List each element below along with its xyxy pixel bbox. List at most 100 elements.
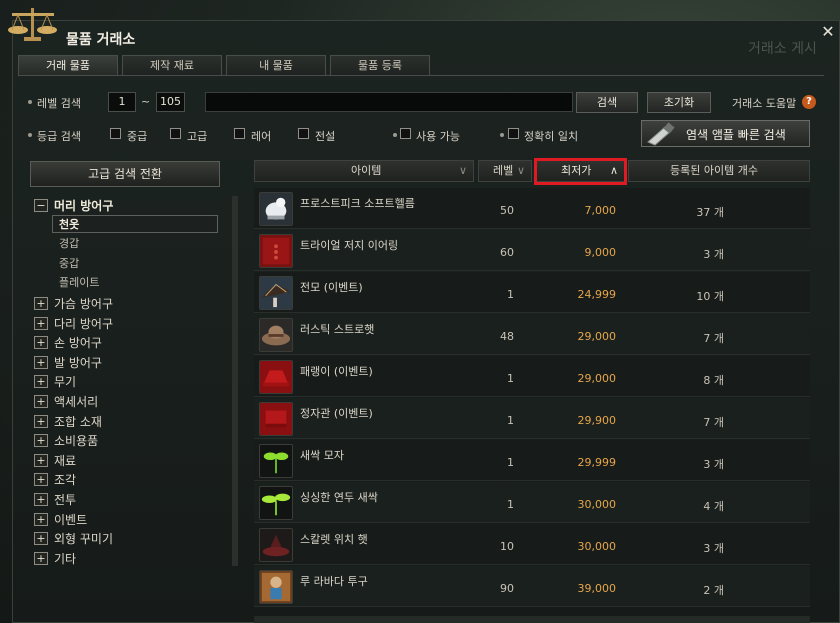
scrollbar-thumb[interactable]	[232, 196, 238, 566]
expand-icon[interactable]: +	[34, 513, 48, 526]
item-count: 3 개	[703, 248, 724, 261]
table-row[interactable]: 러스틱 스트로햇 48 29,000 7 개	[254, 314, 810, 355]
usable-checkbox[interactable]	[400, 128, 411, 139]
table-row[interactable]: 스칼렛 위치 햇 10 30,000 3 개	[254, 524, 810, 565]
expand-icon[interactable]: +	[34, 395, 48, 408]
tab-trade-items[interactable]: 거래 물품	[18, 55, 118, 75]
category-label: 액세서리	[54, 395, 99, 409]
subcategory-medium-armor[interactable]: 중갑	[30, 254, 230, 272]
table-row[interactable]: 패랭이 (이벤트) 1 29,000 8 개	[254, 356, 810, 397]
tab-my-items[interactable]: 내 물품	[226, 55, 326, 75]
category-fragment[interactable]: + 조각	[30, 470, 230, 488]
usable-label: 사용 가능	[416, 130, 460, 143]
category-label: 무기	[54, 375, 77, 389]
level-min-input[interactable]: 1	[108, 92, 136, 112]
exact-match-checkbox[interactable]	[508, 128, 519, 139]
close-button[interactable]: ✕	[818, 22, 838, 42]
category-consumable[interactable]: + 소비용품	[30, 431, 230, 449]
category-label: 손 방어구	[54, 336, 102, 350]
table-row[interactable]: 트라이얼 저지 이어링 60 9,000 3 개	[254, 230, 810, 271]
category-head-armor[interactable]: − 머리 방어구	[30, 196, 230, 214]
expand-icon[interactable]: +	[34, 336, 48, 349]
expand-icon[interactable]: +	[34, 317, 48, 330]
grade-medium-checkbox[interactable]	[110, 128, 121, 139]
item-level: 1	[507, 288, 514, 301]
level-max-input[interactable]: 105	[156, 92, 185, 112]
column-header-item[interactable]: 아이템 ∨	[254, 160, 474, 182]
table-row[interactable]: 정자관 (이벤트) 1 29,900 7 개	[254, 398, 810, 439]
item-count: 8 개	[703, 374, 724, 387]
item-price: 29,000	[577, 330, 617, 343]
expand-icon[interactable]: +	[34, 434, 48, 447]
category-crafting-material[interactable]: + 조합 소재	[30, 412, 230, 430]
expand-icon[interactable]: +	[34, 454, 48, 467]
expand-icon[interactable]: +	[34, 297, 48, 310]
column-header-registered-count[interactable]: 등록된 아이템 개수	[628, 160, 810, 182]
background-text: 거래소 게시	[748, 41, 817, 57]
expand-icon[interactable]: +	[34, 493, 48, 506]
category-cosmetic[interactable]: + 외형 꾸미기	[30, 529, 230, 547]
collapse-icon[interactable]: −	[34, 199, 48, 212]
sprout-icon	[259, 444, 293, 478]
table-footer	[254, 616, 810, 623]
help-label[interactable]: 거래소 도움말	[732, 95, 796, 111]
subcategory-cloth[interactable]: 천옷	[30, 215, 230, 233]
category-leg-armor[interactable]: + 다리 방어구	[30, 314, 230, 332]
reset-button[interactable]: 초기화	[647, 92, 711, 113]
earring-icon	[259, 234, 293, 268]
category-hand-armor[interactable]: + 손 방어구	[30, 333, 230, 351]
advanced-search-button[interactable]: 고급 검색 전환	[30, 161, 220, 187]
grade-search-label: 등급 검색	[37, 130, 81, 143]
table-row[interactable]: 새싹 모자 1 29,999 3 개	[254, 440, 810, 481]
search-button[interactable]: 검색	[576, 92, 638, 113]
grade-rare-checkbox[interactable]	[234, 128, 245, 139]
grade-legend-checkbox[interactable]	[298, 128, 309, 139]
item-name: 패랭이 (이벤트)	[300, 365, 373, 378]
tab-bar: 거래 물품 제작 재료 내 물품 물품 등록	[18, 55, 434, 75]
item-name: 싱싱한 연두 새싹	[300, 491, 378, 504]
table-row[interactable]: 프로스트피크 소프트헬름 50 7,000 37 개	[254, 188, 810, 229]
grade-high-checkbox[interactable]	[170, 128, 181, 139]
item-level: 48	[500, 330, 514, 343]
tab-crafting-materials[interactable]: 제작 재료	[122, 55, 222, 75]
item-name: 트라이얼 저지 이어링	[300, 239, 399, 252]
helmet-icon	[259, 570, 293, 604]
category-combat[interactable]: + 전투	[30, 490, 230, 508]
category-label: 조합 소재	[54, 415, 102, 429]
category-event[interactable]: + 이벤트	[30, 510, 230, 528]
grade-legend-label: 전설	[315, 130, 336, 143]
table-row[interactable]: 루 라바다 투구 90 39,000 2 개	[254, 566, 810, 607]
subcategory-plate[interactable]: 플레이트	[30, 273, 230, 291]
expand-icon[interactable]: +	[34, 415, 48, 428]
scales-icon	[8, 8, 57, 41]
category-foot-armor[interactable]: + 발 방어구	[30, 353, 230, 371]
column-header-label: 레벨	[493, 164, 514, 177]
table-row[interactable]: 전모 (이벤트) 1 24,999 10 개	[254, 272, 810, 313]
expand-icon[interactable]: +	[34, 356, 48, 369]
item-level: 1	[507, 414, 514, 427]
subcategory-light-armor[interactable]: 경갑	[30, 234, 230, 252]
category-scrollbar[interactable]	[232, 196, 238, 566]
ampoule-icon	[647, 122, 675, 146]
category-accessory[interactable]: + 액세서리	[30, 392, 230, 410]
category-chest-armor[interactable]: + 가슴 방어구	[30, 294, 230, 312]
category-label: 재료	[54, 454, 77, 468]
category-material[interactable]: + 재료	[30, 451, 230, 469]
category-etc[interactable]: + 기타	[30, 549, 230, 567]
table-row[interactable]: 싱싱한 연두 새싹 1 30,000 4 개	[254, 482, 810, 523]
expand-icon[interactable]: +	[34, 552, 48, 565]
expand-icon[interactable]: +	[34, 532, 48, 545]
category-weapon[interactable]: + 무기	[30, 372, 230, 390]
help-icon[interactable]: ?	[802, 95, 816, 109]
title-bar[interactable]: 물품 거래소 거래소 게시 ✕	[0, 0, 840, 57]
expand-icon[interactable]: +	[34, 473, 48, 486]
expand-icon[interactable]: +	[34, 375, 48, 388]
item-level: 10	[500, 540, 514, 553]
category-label: 다리 방어구	[54, 317, 114, 331]
column-header-level[interactable]: 레벨 ∨	[478, 160, 532, 182]
dye-ampoule-search-button[interactable]: 염색 앰플 빠른 검색	[641, 120, 810, 147]
search-input[interactable]	[205, 92, 573, 112]
bullet-icon	[28, 133, 32, 137]
chevron-down-icon: ∨	[458, 164, 467, 177]
tab-register-item[interactable]: 물품 등록	[330, 55, 430, 75]
